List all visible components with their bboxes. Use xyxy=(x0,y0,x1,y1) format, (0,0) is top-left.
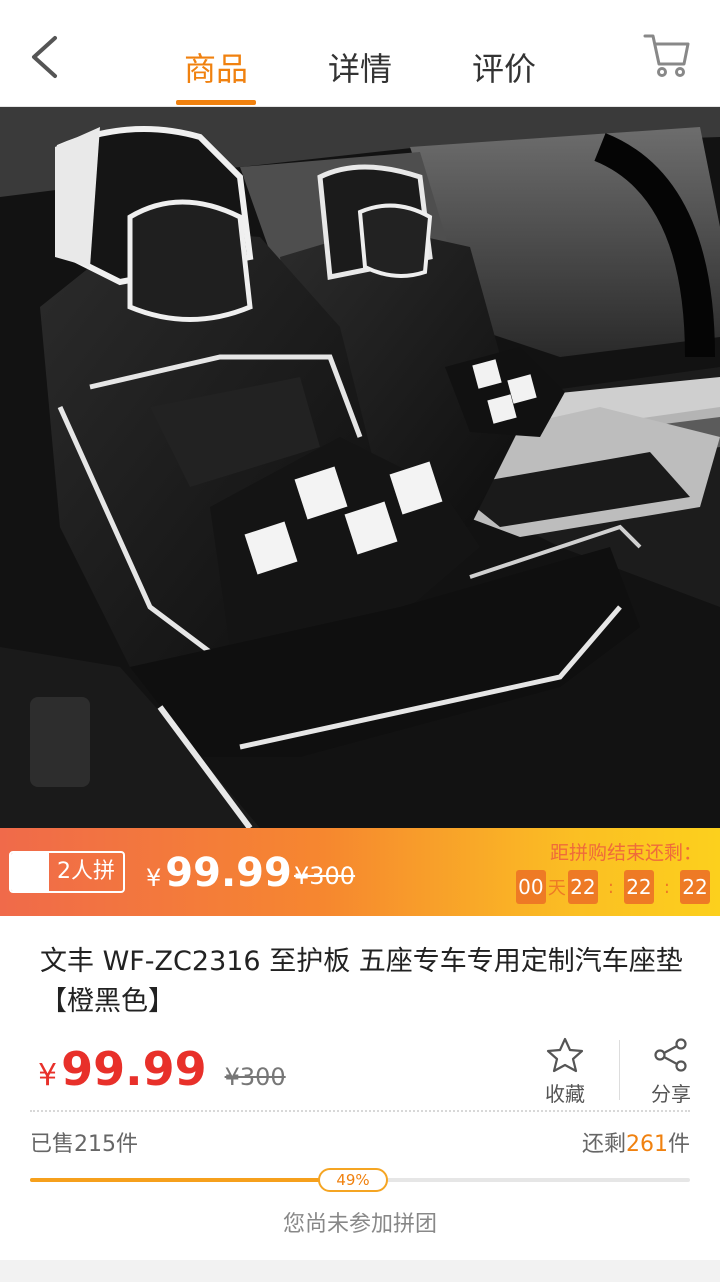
top-nav-bar: 商品 详情 评价 xyxy=(0,0,720,107)
remaining-count: 还剩261件 xyxy=(582,1126,690,1158)
countdown-seconds: 22 xyxy=(680,870,710,904)
countdown-separator: : xyxy=(663,876,670,898)
group-buy-bar: 2人拼 ¥99.99 ¥300 距拼购结束还剩： 00 天 22 : 22 : … xyxy=(0,828,720,916)
favorite-button[interactable]: 收藏 xyxy=(525,1036,605,1107)
group-size-label: 2人拼 xyxy=(57,859,115,884)
currency-symbol: ¥ xyxy=(38,1058,58,1093)
countdown-minutes: 22 xyxy=(623,870,654,904)
remain-prefix: 还剩 xyxy=(581,1132,626,1157)
car-seat-photo xyxy=(0,107,720,828)
progress-fill xyxy=(30,1178,353,1182)
product-image[interactable] xyxy=(0,107,720,828)
active-tab-indicator xyxy=(176,100,256,105)
countdown-timer: 00 天 22 : 22 : 22 xyxy=(515,870,710,904)
shopping-cart-icon xyxy=(643,34,690,77)
currency-symbol: ¥ xyxy=(146,864,162,892)
group-size-badge: 2人拼 xyxy=(9,851,125,893)
original-price: ¥300 xyxy=(224,1063,286,1091)
countdown-label: 距拼购结束还剩： xyxy=(549,842,702,864)
countdown-days: 00 xyxy=(515,870,546,904)
dotted-divider xyxy=(30,1110,690,1112)
group-price: ¥99.99 xyxy=(146,850,292,896)
remain-number: 261 xyxy=(625,1132,668,1157)
group-price-value: 99.99 xyxy=(165,850,292,896)
tab-details[interactable]: 详情 xyxy=(310,44,410,90)
product-info-panel: 文丰 WF-ZC2316 至护板 五座专车专用定制汽车座垫【橙黑色】 ¥ 99.… xyxy=(0,916,720,1260)
divider xyxy=(619,1040,620,1100)
share-button[interactable]: 分享 xyxy=(631,1036,711,1107)
countdown-separator: : xyxy=(607,876,614,898)
group-original-price: ¥300 xyxy=(294,862,356,890)
countdown-days-unit: 天 xyxy=(547,878,566,899)
countdown-hours: 22 xyxy=(567,870,598,904)
tab-product[interactable]: 商品 xyxy=(166,44,266,90)
favorite-label: 收藏 xyxy=(545,1082,585,1106)
cart-button[interactable] xyxy=(642,30,692,80)
product-price: ¥ 99.99 ¥300 xyxy=(38,1042,286,1096)
progress-percent-badge: 49% xyxy=(318,1168,388,1192)
star-icon xyxy=(546,1037,584,1073)
tab-reviews[interactable]: 评价 xyxy=(454,44,554,90)
remain-suffix: 件 xyxy=(667,1132,690,1157)
share-icon xyxy=(654,1038,687,1072)
price-value: 99.99 xyxy=(61,1042,207,1096)
join-status-note: 您尚未参加拼团 xyxy=(282,1212,437,1237)
product-title: 文丰 WF-ZC2316 至护板 五座专车专用定制汽车座垫【橙黑色】 xyxy=(40,946,683,1017)
share-label: 分享 xyxy=(651,1082,691,1106)
badge-white-block xyxy=(11,853,49,891)
sold-count: 已售215件 xyxy=(30,1132,138,1157)
tab-bar: 商品 详情 评价 xyxy=(0,0,720,107)
